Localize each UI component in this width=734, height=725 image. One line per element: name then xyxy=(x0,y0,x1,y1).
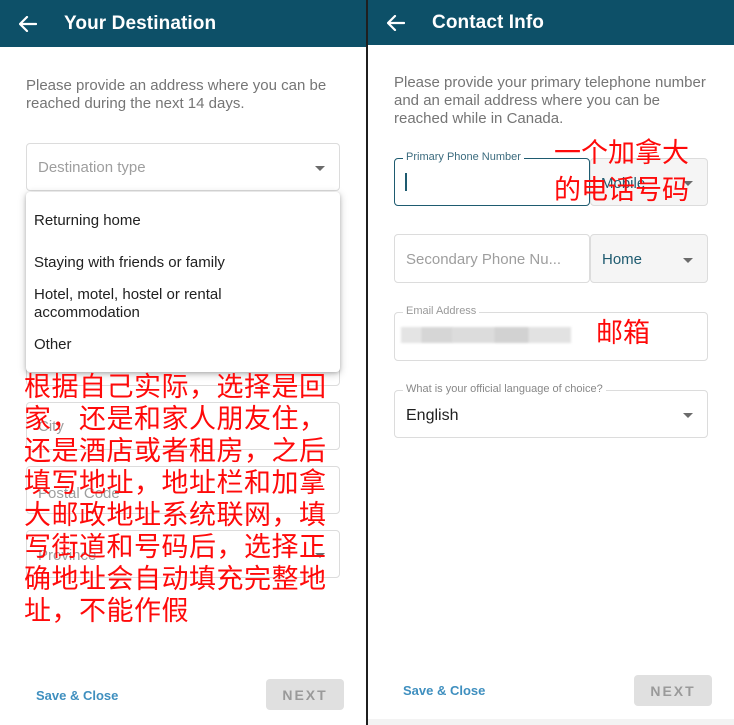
language-select[interactable]: What is your official language of choice… xyxy=(394,383,708,438)
back-button[interactable] xyxy=(386,13,406,33)
postal-code-field[interactable]: Postal Code xyxy=(26,466,340,514)
destination-screen: Your Destination Please provide an addre… xyxy=(0,0,366,725)
menu-option-returning-home[interactable]: Returning home xyxy=(34,212,332,230)
destination-type-menu: Returning home Staying with friends or f… xyxy=(26,192,340,372)
redacted-email-value xyxy=(401,327,571,343)
back-button[interactable] xyxy=(18,14,38,34)
next-button[interactable]: NEXT xyxy=(634,675,712,706)
primary-phone-label: Primary Phone Number xyxy=(403,151,524,163)
menu-option-friends-family[interactable]: Staying with friends or family xyxy=(34,254,332,272)
postal-code-placeholder: Postal Code xyxy=(38,485,120,502)
secondary-phone-type-select[interactable]: Home xyxy=(590,234,708,283)
primary-phone-type-select[interactable]: Mobile xyxy=(590,158,708,206)
primary-phone-type-value: Mobile xyxy=(601,175,646,192)
secondary-phone-input[interactable]: Secondary Phone Nu... xyxy=(394,234,590,283)
email-label: Email Address xyxy=(403,305,480,317)
destination-type-placeholder: Destination type xyxy=(38,159,146,176)
dropdown-caret-icon xyxy=(683,181,693,186)
intro-text: Please provide an address where you can … xyxy=(26,77,327,112)
app-bar: Contact Info xyxy=(368,0,734,45)
save-close-link[interactable]: Save & Close xyxy=(36,688,118,703)
arrow-left-icon xyxy=(19,15,37,32)
text-cursor xyxy=(405,173,407,191)
secondary-phone-type-value: Home xyxy=(602,251,643,268)
menu-option-hotel-rental[interactable]: Hotel, motel, hostel or rental accommoda… xyxy=(34,286,260,322)
city-field[interactable]: City xyxy=(26,402,340,450)
next-button[interactable]: NEXT xyxy=(266,679,344,710)
destination-type-select[interactable]: Destination type xyxy=(26,143,340,191)
app-bar: Your Destination xyxy=(0,0,366,47)
city-placeholder: City xyxy=(38,418,64,435)
dropdown-caret-icon xyxy=(683,413,693,418)
language-value: English xyxy=(406,407,459,424)
intro-text: Please provide your primary telephone nu… xyxy=(394,74,706,127)
page-title: Your Destination xyxy=(64,12,217,34)
dropdown-caret-icon xyxy=(683,258,693,263)
primary-phone-input[interactable]: Primary Phone Number xyxy=(394,151,590,206)
save-close-link[interactable]: Save & Close xyxy=(403,683,485,698)
page-title: Contact Info xyxy=(432,11,545,33)
dropdown-caret-icon xyxy=(315,166,325,171)
email-input[interactable]: Email Address xyxy=(394,305,708,361)
dropdown-caret-icon xyxy=(315,553,325,558)
bottom-strip xyxy=(368,719,734,725)
secondary-phone-placeholder: Secondary Phone Nu... xyxy=(406,251,562,268)
contact-info-screen: Contact Info Please provide your primary… xyxy=(368,0,734,725)
arrow-left-icon xyxy=(387,14,405,31)
menu-option-other[interactable]: Other xyxy=(34,336,332,354)
language-label: What is your official language of choice… xyxy=(403,383,606,395)
province-placeholder: Province xyxy=(38,547,97,564)
province-select[interactable]: Province xyxy=(26,530,340,578)
